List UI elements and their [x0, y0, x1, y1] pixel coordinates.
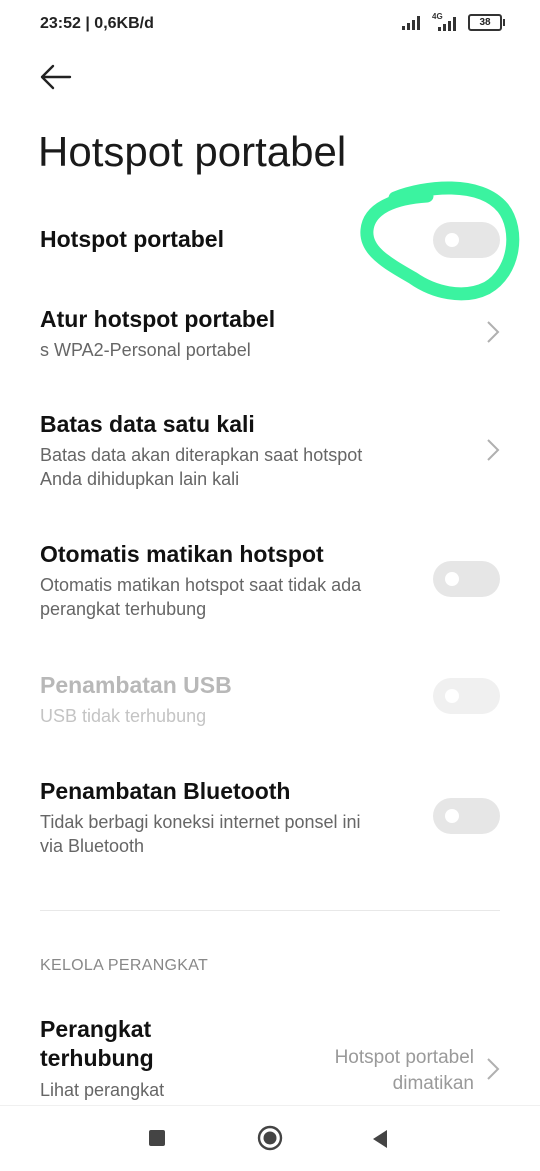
data-limit-subtitle-2: Anda dihidupkan lain kali — [40, 469, 240, 489]
toggle-knob — [445, 809, 459, 823]
connected-devices-subtitle: Lihat perangkat — [40, 1080, 165, 1100]
hotspot-title: Hotspot portabel — [40, 226, 224, 252]
configure-hotspot-row[interactable]: Atur hotspot portabel s WPA2-Personal po… — [0, 300, 540, 370]
annotation-circle — [360, 181, 520, 301]
auto-off-row[interactable]: Otomatis matikan hotspot Otomatis matika… — [0, 535, 540, 625]
back-arrow-icon — [40, 64, 72, 90]
bluetooth-tethering-toggle[interactable] — [433, 798, 500, 834]
signal-4g-icon — [438, 16, 456, 31]
toggle-knob — [445, 689, 459, 703]
signal-icon — [402, 15, 420, 30]
bluetooth-tethering-title: Penambatan Bluetooth — [40, 778, 291, 804]
data-limit-row[interactable]: Batas data satu kali Batas data akan dit… — [0, 405, 540, 495]
bluetooth-tethering-subtitle-1: Tidak berbagi koneksi internet ponsel in… — [40, 812, 361, 832]
data-limit-title: Batas data satu kali — [40, 411, 255, 437]
chevron-right-icon — [487, 321, 500, 343]
toggle-knob — [445, 572, 459, 586]
back-button[interactable] — [38, 62, 78, 98]
auto-off-subtitle-2: perangkat terhubung — [40, 599, 207, 619]
auto-off-subtitle-1: Otomatis matikan hotspot saat tidak ada — [40, 575, 362, 595]
bluetooth-tethering-subtitle-2: via Bluetooth — [40, 836, 145, 856]
configure-hotspot-subtitle: s WPA2-Personal portabel — [40, 340, 251, 360]
section-header: KELOLA PERANGKAT — [40, 957, 209, 974]
data-limit-subtitle-1: Batas data akan diterapkan saat hotspot — [40, 445, 363, 465]
usb-tethering-subtitle: USB tidak terhubung — [40, 706, 207, 726]
battery-icon: 38 — [468, 14, 505, 31]
connected-devices-title-2: terhubung — [40, 1045, 154, 1071]
chevron-right-icon — [487, 1058, 500, 1080]
section-divider — [40, 910, 500, 911]
page-title: Hotspot portabel — [38, 128, 347, 175]
connected-devices-row[interactable]: Perangkat terhubung Lihat perangkat Hots… — [0, 1012, 540, 1107]
navigation-bar — [0, 1105, 540, 1171]
status-time: 23:52 | 0,6KB/d — [40, 15, 154, 32]
connected-devices-value-1: Hotspot portabel — [334, 1047, 474, 1068]
usb-tethering-row: Penambatan USB USB tidak terhubung — [0, 666, 540, 736]
home-button[interactable] — [257, 1125, 283, 1151]
usb-tethering-title: Penambatan USB — [40, 672, 232, 698]
auto-off-toggle[interactable] — [433, 561, 500, 597]
chevron-right-icon — [487, 439, 500, 461]
status-icons: 4G 38 — [402, 12, 505, 31]
status-bar: 23:52 | 0,6KB/d 4G 38 — [0, 0, 540, 48]
back-nav-button[interactable] — [371, 1129, 389, 1149]
bluetooth-tethering-row[interactable]: Penambatan Bluetooth Tidak berbagi konek… — [0, 772, 540, 862]
recents-button[interactable] — [149, 1130, 165, 1146]
configure-hotspot-title: Atur hotspot portabel — [40, 306, 276, 332]
auto-off-title: Otomatis matikan hotspot — [40, 541, 324, 567]
battery-level: 38 — [479, 17, 491, 28]
network-type-icon: 4G — [432, 12, 460, 31]
connected-devices-title-1: Perangkat — [40, 1016, 152, 1042]
usb-tethering-toggle — [433, 678, 500, 714]
connected-devices-value-2: dimatikan — [392, 1073, 474, 1094]
